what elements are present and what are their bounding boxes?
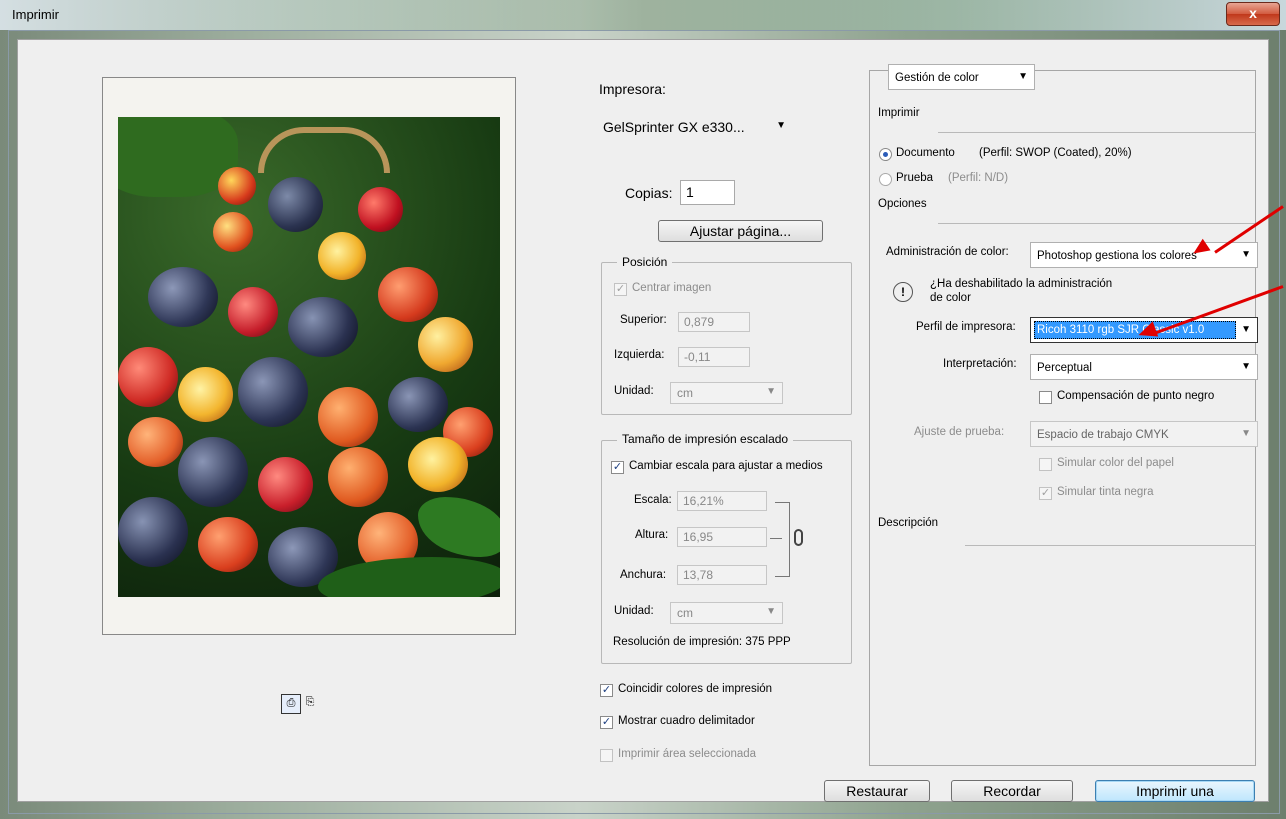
chevron-down-icon: ▼ bbox=[776, 120, 786, 131]
scaled-unit-value: cm bbox=[677, 606, 693, 620]
copies-label: Copias: bbox=[625, 185, 673, 201]
chevron-down-icon: ▼ bbox=[1018, 71, 1028, 82]
window-title: Imprimir bbox=[12, 7, 59, 22]
printer-selected: GelSprinter GX e330... bbox=[603, 119, 745, 135]
color-handling-value: Photoshop gestiona los colores bbox=[1037, 250, 1197, 262]
width-input[interactable]: 13,78 bbox=[677, 565, 767, 585]
black-point-label: Compensación de punto negro bbox=[1057, 390, 1215, 402]
simulate-paper-label: Simular color del papel bbox=[1057, 457, 1174, 469]
print-section-title: Imprimir bbox=[878, 107, 920, 119]
proof-setup-dropdown[interactable]: Espacio de trabajo CMYK ▼ bbox=[1030, 421, 1258, 447]
rendering-value: Perceptual bbox=[1037, 362, 1092, 374]
divider bbox=[938, 223, 1256, 224]
title-bar: Imprimir x bbox=[0, 0, 1286, 30]
print-dialog-window: Imprimir x ⎙ ⎘ Impresora: GelSprinter GX… bbox=[0, 0, 1286, 819]
position-title: Posición bbox=[617, 255, 673, 269]
scaled-print-size-title: Tamaño de impresión escalado bbox=[617, 432, 794, 446]
scaled-unit-dropdown[interactable]: cm ▼ bbox=[670, 602, 783, 624]
chevron-down-icon: ▼ bbox=[1241, 249, 1251, 260]
options-section-title: Opciones bbox=[878, 198, 927, 210]
portrait-orientation-icon[interactable]: ⎙ bbox=[281, 694, 301, 714]
height-label: Altura: bbox=[635, 529, 669, 541]
proof-setup-value: Espacio de trabajo CMYK bbox=[1037, 429, 1169, 441]
proof-label: Prueba bbox=[896, 172, 934, 184]
height-input[interactable]: 16,95 bbox=[677, 527, 767, 547]
divider bbox=[965, 545, 1256, 546]
warning-icon: ! bbox=[893, 282, 913, 302]
warning-text: ¿Ha deshabilitado la administración de c… bbox=[930, 278, 1113, 304]
landscape-orientation-icon[interactable]: ⎘ bbox=[301, 694, 319, 712]
chevron-down-icon: ▼ bbox=[1241, 428, 1251, 439]
remember-button[interactable]: Recordar bbox=[951, 780, 1073, 802]
printer-dropdown[interactable]: GelSprinter GX e330... ▼ bbox=[597, 116, 792, 138]
printer-profile-value: Ricoh 3110 rgb SJR Classic v1.0 bbox=[1034, 321, 1236, 339]
bounding-box-checkbox[interactable]: ✓ bbox=[600, 716, 613, 729]
panel-mode-dropdown[interactable]: Gestión de color ▼ bbox=[888, 64, 1035, 90]
scaled-print-size-group bbox=[601, 440, 852, 664]
document-radio[interactable] bbox=[879, 148, 892, 161]
top-input[interactable]: 0,879 bbox=[678, 312, 750, 332]
position-unit-value: cm bbox=[677, 386, 693, 400]
center-image-checkbox[interactable]: ✓ bbox=[614, 283, 627, 296]
match-colors-checkbox[interactable]: ✓ bbox=[600, 684, 613, 697]
black-point-checkbox[interactable] bbox=[1039, 391, 1052, 404]
scaled-unit-label: Unidad: bbox=[614, 605, 654, 617]
color-handling-label: Administración de color: bbox=[886, 246, 1009, 258]
divider bbox=[938, 132, 1256, 133]
page-setup-button[interactable]: Ajustar página... bbox=[658, 220, 823, 242]
position-unit-label: Unidad: bbox=[614, 385, 654, 397]
proof-profile: (Perfil: N/D) bbox=[948, 172, 1009, 184]
print-one-button[interactable]: Imprimir una bbox=[1095, 780, 1255, 802]
link-icon[interactable] bbox=[794, 529, 803, 546]
match-colors-label: Coincidir colores de impresión bbox=[618, 683, 773, 695]
scale-input[interactable]: 16,21% bbox=[677, 491, 767, 511]
close-button[interactable]: x bbox=[1226, 2, 1280, 26]
chevron-down-icon: ▼ bbox=[766, 386, 776, 397]
left-label: Izquierda: bbox=[614, 349, 665, 361]
left-input[interactable]: -0,11 bbox=[678, 347, 750, 367]
chevron-down-icon: ▼ bbox=[1241, 361, 1251, 372]
simulate-ink-label: Simular tinta negra bbox=[1057, 486, 1154, 498]
print-resolution: Resolución de impresión: 375 PPP bbox=[613, 636, 791, 648]
position-unit-dropdown[interactable]: cm ▼ bbox=[670, 382, 783, 404]
printer-label: Impresora: bbox=[599, 81, 666, 97]
reset-button[interactable]: Restaurar bbox=[824, 780, 930, 802]
panel-mode-value: Gestión de color bbox=[895, 72, 979, 84]
bounding-box-label: Mostrar cuadro delimitador bbox=[618, 715, 755, 727]
chevron-down-icon: ▼ bbox=[766, 606, 776, 617]
document-label: Documento bbox=[896, 147, 955, 159]
rendering-dropdown[interactable]: Perceptual ▼ bbox=[1030, 354, 1258, 380]
print-selected-checkbox[interactable] bbox=[600, 749, 613, 762]
preview-image bbox=[118, 117, 500, 597]
constrain-bracket-mid bbox=[770, 538, 782, 539]
document-profile: (Perfil: SWOP (Coated), 20%) bbox=[979, 147, 1132, 159]
chevron-down-icon: ▼ bbox=[1241, 324, 1251, 335]
proof-setup-label: Ajuste de prueba: bbox=[914, 426, 1005, 438]
simulate-paper-checkbox[interactable] bbox=[1039, 458, 1052, 471]
description-section-title: Descripción bbox=[878, 517, 939, 529]
print-selected-label: Imprimir área seleccionada bbox=[618, 748, 757, 760]
copies-input[interactable]: 1 bbox=[680, 180, 735, 205]
fit-media-checkbox[interactable]: ✓ bbox=[611, 461, 624, 474]
fit-media-label: Cambiar escala para ajustar a medios bbox=[629, 460, 823, 472]
top-label: Superior: bbox=[620, 314, 667, 326]
width-label: Anchura: bbox=[620, 569, 667, 581]
constrain-bracket bbox=[775, 502, 790, 577]
proof-radio[interactable] bbox=[879, 173, 892, 186]
simulate-ink-checkbox[interactable]: ✓ bbox=[1039, 487, 1052, 500]
scale-label: Escala: bbox=[634, 494, 672, 506]
rendering-label: Interpretación: bbox=[943, 358, 1017, 370]
printer-profile-label: Perfil de impresora: bbox=[916, 321, 1016, 333]
center-image-label: Centrar imagen bbox=[632, 282, 712, 294]
